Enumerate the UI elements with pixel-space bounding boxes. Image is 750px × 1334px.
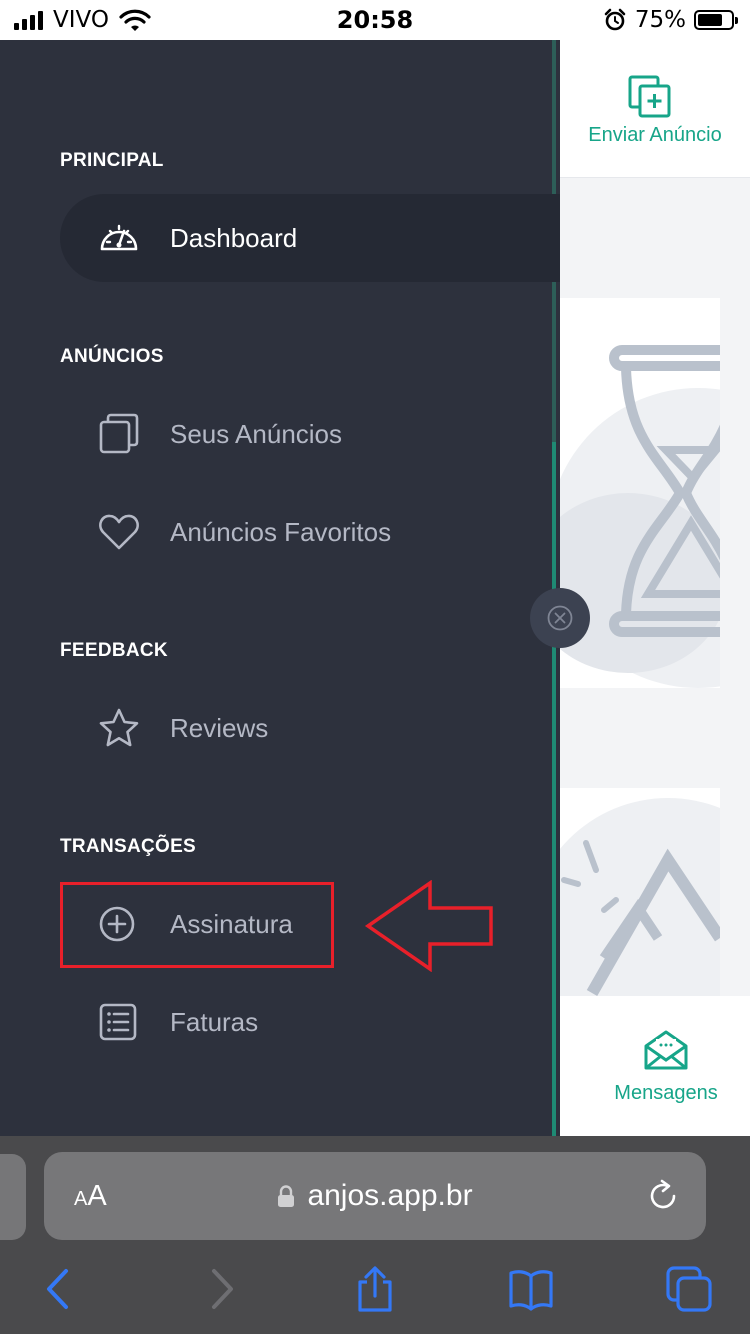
messages-label: Mensagens [614, 1082, 718, 1104]
status-bar: VIVO 20:58 75% [0, 0, 750, 40]
lock-icon [278, 1185, 295, 1207]
close-circle-icon [547, 605, 573, 631]
close-drawer-button[interactable] [530, 588, 590, 648]
sidebar-item-label: Reviews [170, 713, 269, 743]
back-icon[interactable] [36, 1266, 82, 1312]
tabs-icon[interactable] [666, 1266, 712, 1312]
send-ad-button[interactable]: Enviar Anúncio [560, 40, 750, 178]
reload-icon[interactable] [646, 1179, 680, 1213]
battery-fill [698, 14, 722, 26]
share-icon[interactable] [352, 1266, 398, 1312]
sidebar-item-label: Anúncios Favoritos [170, 517, 392, 547]
star-icon [99, 708, 139, 747]
sidebar-item-faturas[interactable]: Faturas [60, 978, 560, 1066]
status-right: 75% [603, 6, 738, 34]
forward-icon[interactable] [198, 1266, 244, 1312]
sidebar-item-reviews[interactable]: Reviews [60, 684, 560, 772]
left-arrow-outline-icon [364, 880, 493, 972]
sidebar-item-seus-anuncios[interactable]: Seus Anúncios [60, 390, 560, 478]
section-title-anuncios: ANÚNCIOS [60, 346, 164, 367]
battery-icon [694, 10, 738, 30]
list-icon [99, 1003, 137, 1041]
alarm-icon [604, 8, 626, 31]
heart-icon [99, 514, 139, 550]
send-ad-label: Enviar Anúncio [588, 124, 722, 146]
section-title-feedback: FEEDBACK [60, 640, 168, 661]
address-bar[interactable]: AA anjos.app.br [44, 1152, 706, 1240]
url-text: anjos.app.br [307, 1179, 473, 1212]
section-title-transacoes: TRANSAÇÕES [60, 836, 197, 857]
browser-toolbar: AA anjos.app.br [0, 1136, 750, 1334]
listing-card-placeholder-2[interactable] [548, 788, 720, 996]
sidebar-item-label: Seus Anúncios [170, 419, 343, 449]
bookmarks-icon[interactable] [508, 1266, 554, 1312]
annotation-highlight-box [60, 882, 334, 968]
sidebar-item-label: Faturas [170, 1007, 259, 1037]
mountain-illustration [548, 798, 720, 996]
sidebar-item-dashboard[interactable]: Dashboard [60, 194, 560, 282]
copy-icon [99, 413, 139, 454]
messages-nav-item[interactable]: Mensagens [560, 996, 750, 1136]
section-title-principal: PRINCIPAL [60, 150, 164, 171]
sidebar-item-label: Dashboard [170, 223, 298, 253]
previous-tab-peek[interactable] [0, 1154, 26, 1240]
envelope-icon [644, 1030, 688, 1070]
speedometer-icon [100, 224, 138, 251]
sidebar-item-anuncios-favoritos[interactable]: Anúncios Favoritos [60, 488, 560, 576]
add-document-icon [628, 75, 671, 118]
url-display[interactable]: anjos.app.br [44, 1152, 706, 1240]
battery-percent: 75% [634, 7, 686, 33]
